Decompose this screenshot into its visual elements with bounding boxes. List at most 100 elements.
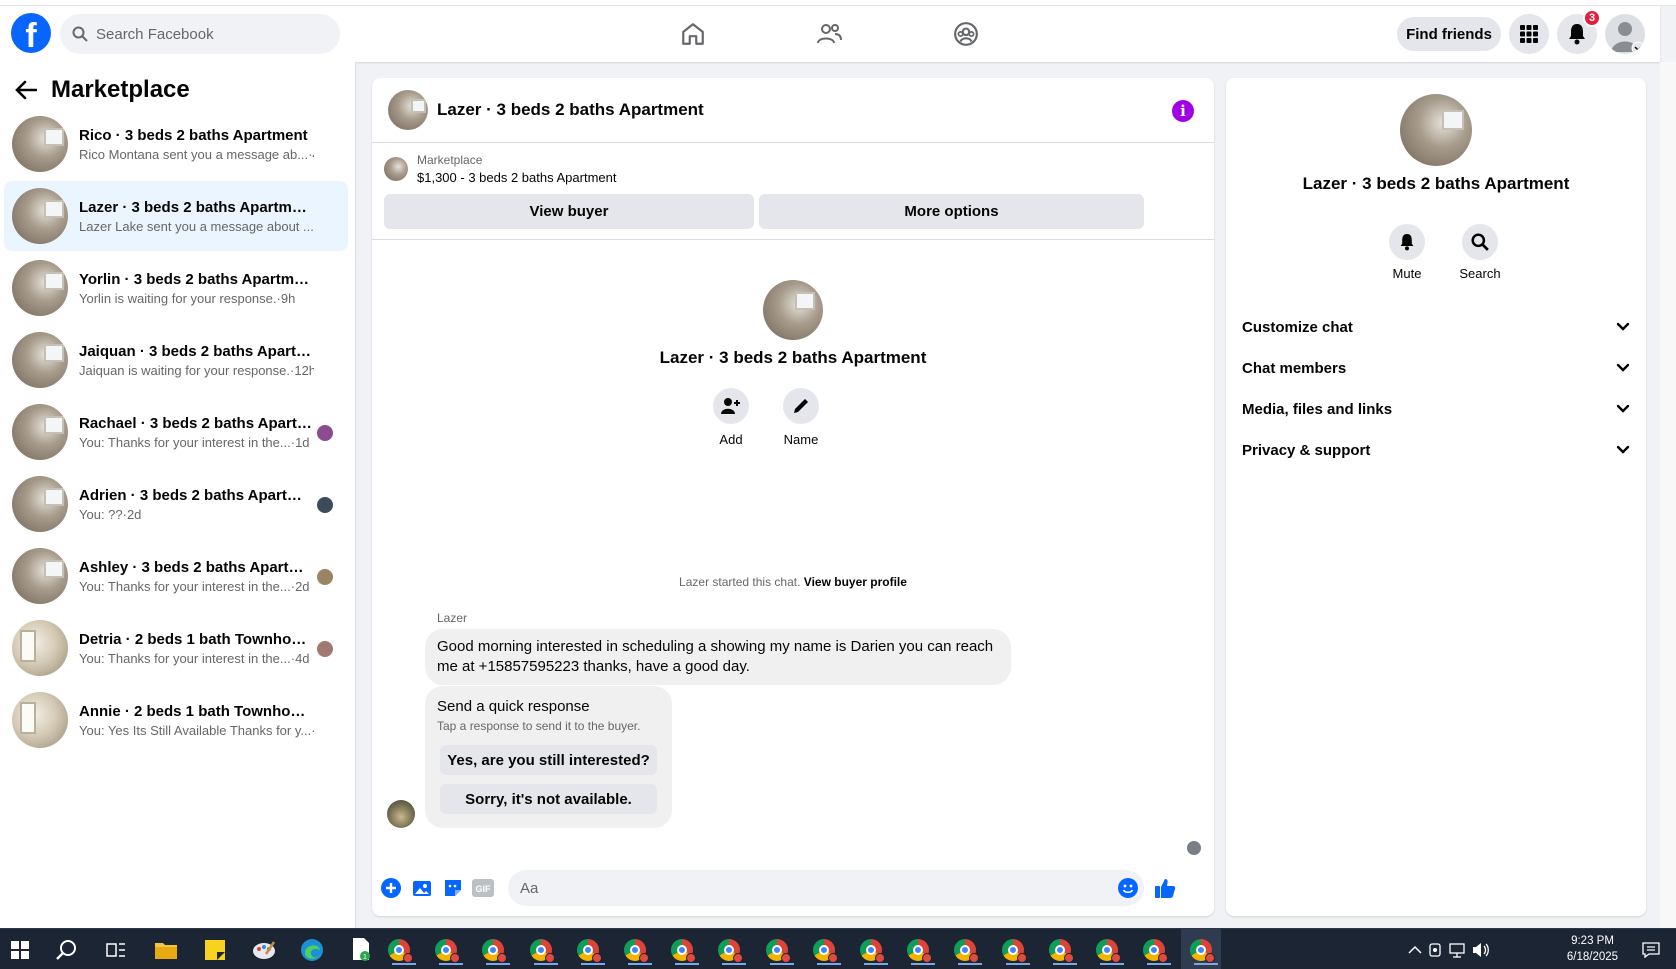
conversation-thumbnail bbox=[12, 692, 68, 748]
chrome-browser-icon[interactable] bbox=[1186, 935, 1218, 965]
menu-grid-button[interactable] bbox=[1509, 14, 1549, 54]
conversation-item[interactable]: Annie · 2 beds 1 bath Townhouse You: Yes … bbox=[4, 685, 348, 755]
chat-header[interactable]: Lazer · 3 beds 2 baths Apartment bbox=[372, 78, 1214, 143]
chrome-browser-icon[interactable] bbox=[667, 935, 699, 965]
find-friends-button[interactable]: Find friends bbox=[1397, 17, 1501, 51]
conversation-item[interactable]: Yorlin · 3 beds 2 baths Apartment Yorlin … bbox=[4, 253, 348, 323]
conversation-preview-text: You: Yes Its Still Available Thanks for … bbox=[79, 722, 312, 738]
conversation-item[interactable]: Rachael · 3 beds 2 baths Apartm... You: T… bbox=[4, 397, 348, 467]
conversation-preview-text: Rico Montana sent you a message ab... bbox=[79, 146, 309, 162]
conversation-thumbnail bbox=[12, 620, 68, 676]
marketplace-label: Marketplace bbox=[417, 153, 483, 167]
taskbar-clock[interactable]: 9:23 PM 6/18/2025 bbox=[1545, 933, 1640, 965]
message-input[interactable]: Aa bbox=[508, 870, 1144, 906]
conversation-thumbnail bbox=[12, 260, 68, 316]
details-section-label: Privacy & support bbox=[1242, 441, 1371, 459]
conversation-text: Detria · 2 beds 1 bath Townhouse You: Tha… bbox=[79, 631, 314, 666]
conversation-time: ·12h bbox=[290, 362, 314, 378]
conversation-text: Ashley · 3 beds 2 baths Apartme... You: T… bbox=[79, 559, 314, 594]
details-section-item[interactable]: Privacy & support bbox=[1242, 430, 1630, 470]
details-section-item[interactable]: Chat members bbox=[1242, 348, 1630, 388]
search-in-chat-button[interactable]: Search bbox=[1450, 224, 1510, 281]
gif-label: GIF bbox=[476, 884, 492, 894]
chrome-browser-icon[interactable] bbox=[620, 935, 652, 965]
conversation-text: Annie · 2 beds 1 bath Townhouse You: Yes … bbox=[79, 703, 314, 738]
conversation-item[interactable]: Lazer · 3 beds 2 baths Apartment Lazer La… bbox=[4, 181, 348, 251]
read-receipt-avatar bbox=[317, 641, 333, 657]
conversation-item[interactable]: Ashley · 3 beds 2 baths Apartme... You: T… bbox=[4, 541, 348, 611]
chrome-browser-icon[interactable] bbox=[431, 935, 463, 965]
message-bubble[interactable]: Good morning interested in scheduling a … bbox=[425, 629, 1011, 685]
chrome-browser-icon[interactable] bbox=[1092, 935, 1124, 965]
back-arrow-icon[interactable] bbox=[15, 80, 37, 100]
chrome-browser-icon[interactable] bbox=[856, 935, 888, 965]
chrome-browser-icon[interactable] bbox=[903, 935, 935, 965]
conversation-item[interactable]: Rico · 3 beds 2 baths Apartment Rico Mont… bbox=[4, 109, 348, 179]
photo-icon[interactable] bbox=[411, 877, 433, 899]
facebook-logo-icon[interactable]: f bbox=[11, 13, 51, 53]
chrome-browser-icon[interactable] bbox=[762, 935, 794, 965]
sticky-notes-icon[interactable] bbox=[200, 935, 230, 965]
conversation-item[interactable]: Jaiquan · 3 beds 2 baths Apartment Jaiqua… bbox=[4, 325, 348, 395]
chrome-browser-icon[interactable] bbox=[478, 935, 510, 965]
conversation-item[interactable]: Detria · 2 beds 1 bath Townhouse You: Tha… bbox=[4, 613, 348, 683]
mute-button[interactable]: Mute bbox=[1377, 224, 1437, 281]
details-section-item[interactable]: Customize chat bbox=[1242, 307, 1630, 347]
sticker-icon[interactable] bbox=[442, 877, 464, 899]
chrome-browser-icon[interactable] bbox=[1139, 935, 1171, 965]
more-options-button[interactable]: More options bbox=[759, 194, 1144, 229]
sender-avatar[interactable] bbox=[387, 800, 415, 828]
view-buyer-button[interactable]: View buyer bbox=[384, 194, 754, 229]
view-buyer-profile-link[interactable]: View buyer profile bbox=[804, 575, 907, 589]
quick-reply-still-interested[interactable]: Yes, are you still interested? bbox=[440, 745, 657, 775]
conversation-thumbnail bbox=[12, 188, 68, 244]
search-facebook-input[interactable]: Search Facebook bbox=[60, 14, 340, 54]
conversation-text: Rico · 3 beds 2 baths Apartment Rico Mont… bbox=[79, 127, 314, 162]
chrome-browser-icon[interactable] bbox=[714, 935, 746, 965]
facebook-header: f Search Facebook Find friends 3 bbox=[0, 6, 1660, 62]
file-explorer-icon[interactable] bbox=[151, 935, 181, 965]
taskbar-search-icon[interactable] bbox=[52, 935, 82, 965]
search-placeholder: Search Facebook bbox=[96, 25, 214, 43]
home-nav-icon[interactable] bbox=[675, 18, 711, 50]
chrome-browser-icon[interactable] bbox=[998, 935, 1030, 965]
edge-browser-icon[interactable] bbox=[297, 935, 327, 965]
task-view-icon[interactable] bbox=[101, 935, 131, 965]
conversation-text: Jaiquan · 3 beds 2 baths Apartment Jaiqua… bbox=[79, 343, 314, 378]
details-section-item[interactable]: Media, files and links bbox=[1242, 389, 1630, 429]
info-icon[interactable]: i bbox=[1172, 100, 1194, 122]
volume-icon[interactable] bbox=[1466, 935, 1496, 965]
conversation-time: ·2d bbox=[122, 506, 142, 522]
details-section-label: Chat members bbox=[1242, 359, 1347, 377]
conversation-thumbnail bbox=[12, 332, 68, 388]
name-chat-button[interactable]: Name bbox=[776, 388, 826, 447]
chevron-down-icon bbox=[1616, 404, 1630, 413]
quick-reply-not-available[interactable]: Sorry, it's not available. bbox=[440, 784, 657, 814]
emoji-icon[interactable] bbox=[1117, 877, 1139, 899]
conversation-preview-text: Yorlin is waiting for your response. bbox=[79, 290, 277, 306]
add-people-button[interactable]: Add bbox=[706, 388, 756, 447]
groups-nav-icon[interactable] bbox=[948, 18, 984, 50]
conversation-time: ·1d bbox=[290, 434, 310, 450]
chrome-browser-icon[interactable] bbox=[573, 935, 605, 965]
plus-circle-icon[interactable] bbox=[380, 877, 402, 899]
paint-icon[interactable] bbox=[249, 935, 279, 965]
file-document-icon[interactable]: 1 bbox=[346, 935, 376, 965]
friends-nav-icon[interactable] bbox=[811, 18, 847, 50]
conversation-preview-text: You: Thanks for your interest in the... bbox=[79, 434, 291, 450]
chrome-browser-icon[interactable] bbox=[384, 935, 416, 965]
profile-avatar[interactable] bbox=[1605, 14, 1645, 54]
chrome-browser-icon[interactable] bbox=[526, 935, 558, 965]
chrome-browser-icon[interactable] bbox=[950, 935, 982, 965]
gif-icon[interactable]: GIF bbox=[472, 877, 494, 899]
conversation-item[interactable]: Adrien · 3 beds 2 baths Apartme... You: ?… bbox=[4, 469, 348, 539]
page-scrollbar[interactable] bbox=[1660, 62, 1676, 928]
chrome-browser-icon[interactable] bbox=[809, 935, 841, 965]
like-thumb-icon[interactable] bbox=[1154, 877, 1176, 899]
notification-center-icon[interactable] bbox=[1636, 935, 1666, 965]
windows-start-icon[interactable] bbox=[5, 935, 35, 965]
conversation-text: Adrien · 3 beds 2 baths Apartme... You: ?… bbox=[79, 487, 314, 522]
conversation-preview: Rico Montana sent you a message ab...·4h bbox=[79, 147, 314, 162]
chrome-browser-icon[interactable] bbox=[1045, 935, 1077, 965]
add-person-icon bbox=[721, 398, 740, 414]
